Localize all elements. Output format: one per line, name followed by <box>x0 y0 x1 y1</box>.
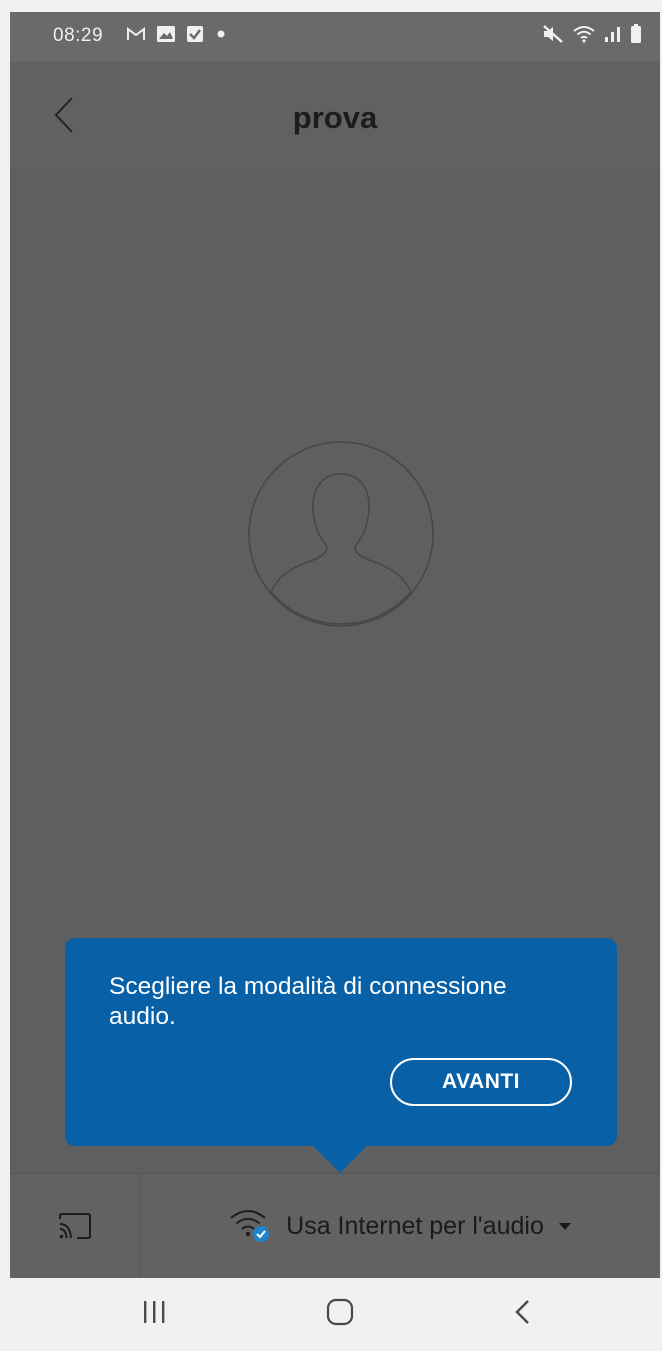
bottom-bar: Usa Internet per l'audio <box>10 1173 660 1278</box>
page-title: prova <box>292 100 378 135</box>
user-silhouette-icon <box>243 441 439 632</box>
status-system-icons <box>542 23 642 49</box>
avatar <box>243 440 439 628</box>
gallery-icon <box>156 25 176 48</box>
status-bar: 08:29 <box>10 12 660 62</box>
app-screen: 08:29 prova Scegliere la modalità di con… <box>10 12 660 1278</box>
recent-apps-button[interactable] <box>124 1294 184 1334</box>
status-time: 08:29 <box>53 25 104 46</box>
next-button[interactable]: AVANTI <box>390 1058 572 1106</box>
coachmark-tooltip: Scegliere la modalità di connessione aud… <box>65 938 617 1146</box>
wifi-check-icon <box>228 1204 272 1249</box>
recent-apps-icon <box>137 1297 171 1332</box>
system-nav-bar <box>0 1278 662 1351</box>
nav-back-button[interactable] <box>494 1294 554 1334</box>
dot-icon <box>214 27 228 46</box>
caret-down-icon <box>558 1218 572 1236</box>
mute-icon <box>542 24 564 49</box>
home-button[interactable] <box>310 1294 370 1334</box>
checkbox-icon <box>186 25 204 48</box>
audio-mode-selector[interactable]: Usa Internet per l'audio <box>140 1174 660 1278</box>
gmail-icon <box>126 26 146 47</box>
home-icon <box>323 1296 357 1333</box>
wifi-icon <box>572 24 596 49</box>
app-header: prova <box>10 62 660 168</box>
tooltip-message: Scegliere la modalità di connessione aud… <box>109 973 507 1030</box>
cast-button[interactable] <box>10 1174 140 1278</box>
signal-icon <box>604 25 622 48</box>
nav-back-icon <box>509 1297 539 1332</box>
audio-mode-label: Usa Internet per l'audio <box>286 1212 544 1240</box>
status-notification-icons <box>126 25 228 48</box>
tooltip-arrow <box>312 1145 368 1173</box>
battery-icon <box>630 23 642 49</box>
